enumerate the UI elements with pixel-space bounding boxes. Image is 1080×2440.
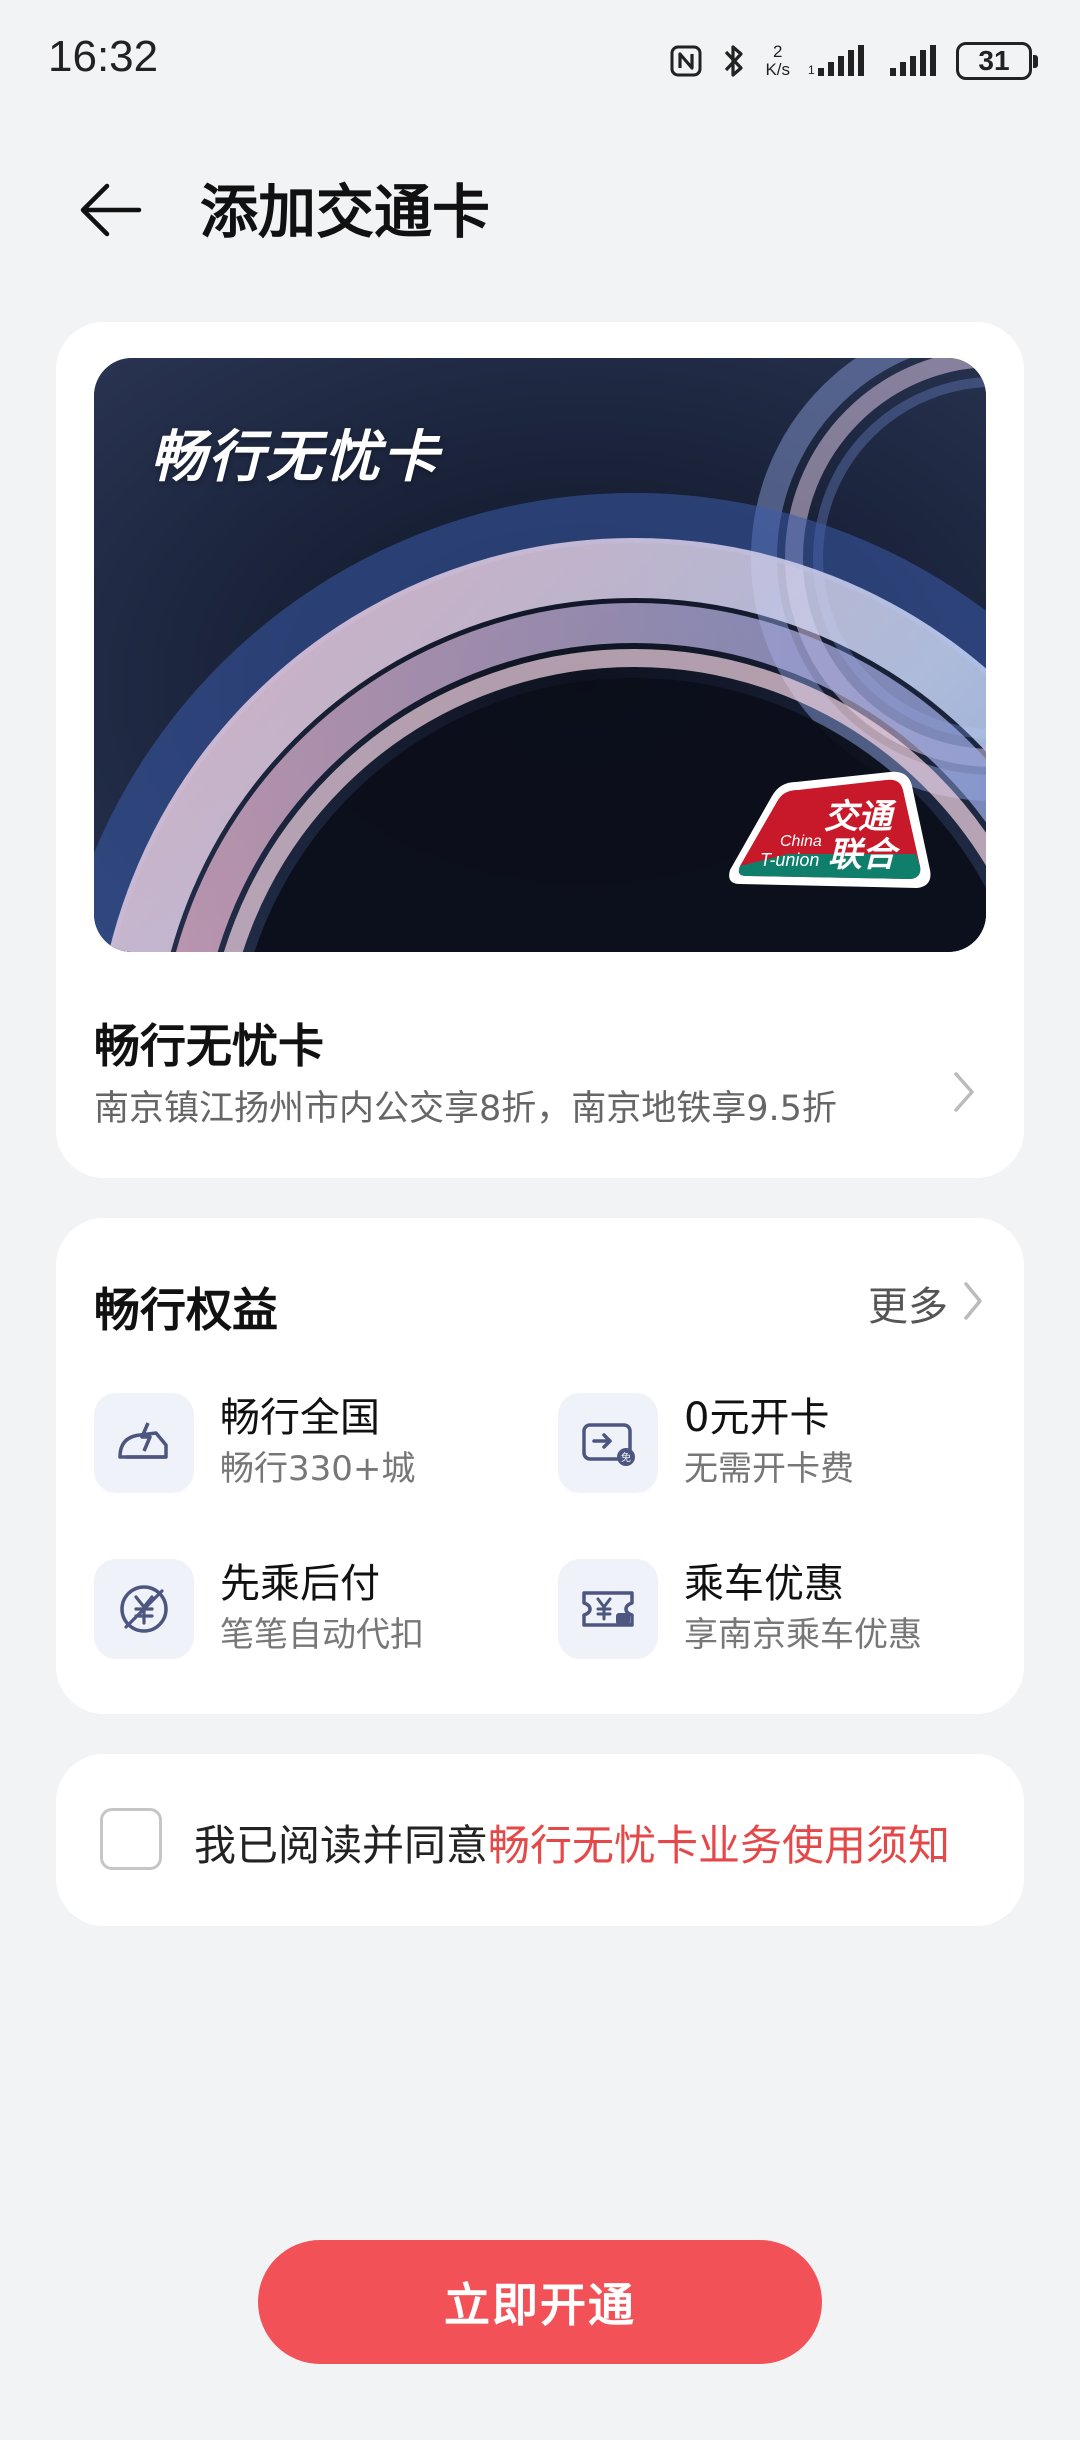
benefit-title: 0元开卡 (684, 1395, 830, 1441)
benefits-title: 畅行权益 (94, 1283, 278, 1337)
signal-icon-sim1: 1 (808, 44, 870, 78)
benefit-item[interactable]: 先乘后付 笔笔自动代扣 (94, 1554, 514, 1664)
more-label: 更多 (868, 1284, 948, 1330)
benefit-subtitle: 畅行330+城 (220, 1449, 416, 1489)
t-union-logo-en1: China (780, 833, 822, 850)
benefit-subtitle: 笔笔自动代扣 (220, 1615, 424, 1655)
chevron-right-icon (962, 1280, 984, 1326)
status-bar: 16:32 2 K/s 1 31 (0, 0, 1080, 120)
agreement-panel: 我已阅读并同意畅行无忧卡业务使用须知 (56, 1754, 1024, 1926)
pay-later-icon (94, 1559, 194, 1659)
benefit-title: 乘车优惠 (684, 1561, 844, 1607)
benefits-panel: 畅行权益 更多 畅行全国 畅行330+城 免 0元开卡 无需开卡费 先乘后付 笔… (56, 1218, 1024, 1714)
status-icons: 2 K/s 1 31 (669, 36, 1038, 86)
nfc-icon (669, 44, 703, 78)
battery-icon: 31 (956, 42, 1038, 80)
activate-button[interactable]: 立即开通 (258, 2240, 822, 2364)
agreement-link[interactable]: 畅行无忧卡业务使用须知 (488, 1821, 950, 1870)
bluetooth-icon (721, 42, 747, 80)
card-description: 南京镇江扬州市内公交享8折，南京地铁享9.5折 (94, 1089, 837, 1129)
status-time: 16:32 (48, 32, 159, 81)
card-panel[interactable]: 畅行无忧卡 交通 联合 China T-union 畅行无忧卡 南京镇江扬州市内… (56, 322, 1024, 1178)
benefit-item[interactable]: 畅行全国 畅行330+城 (94, 1388, 514, 1498)
page-title: 添加交通卡 (200, 178, 491, 246)
chevron-right-icon[interactable] (944, 1062, 984, 1122)
header: 添加交通卡 (0, 150, 1080, 270)
benefit-subtitle: 享南京乘车优惠 (684, 1615, 922, 1655)
t-union-logo-line1: 交通 (824, 797, 897, 837)
benefit-title: 畅行全国 (220, 1395, 380, 1441)
card-image: 畅行无忧卡 交通 联合 China T-union (94, 358, 986, 952)
network-speed-unit: K/s (765, 60, 790, 79)
t-union-logo-en2: T-union (760, 850, 819, 870)
t-union-logo-line2: 联合 (828, 835, 901, 875)
benefit-subtitle: 无需开卡费 (684, 1449, 854, 1489)
agreement-checkbox[interactable] (100, 1808, 162, 1870)
svg-text:1: 1 (808, 63, 815, 77)
card-free-icon: 免 (558, 1393, 658, 1493)
signal-icon-sim2 (888, 44, 938, 78)
card-name: 畅行无忧卡 (94, 1019, 324, 1073)
svg-text:免: 免 (621, 1451, 631, 1464)
battery-level: 31 (978, 45, 1010, 76)
arrow-left-icon (77, 180, 143, 244)
network-speed-value: 2 (772, 42, 783, 61)
benefit-item[interactable]: 乘车优惠 享南京乘车优惠 (558, 1554, 978, 1664)
agreement-text: 我已阅读并同意畅行无忧卡业务使用须知 (194, 1812, 950, 1873)
t-union-logo: 交通 联合 China T-union (720, 766, 934, 906)
agreement-prefix: 我已阅读并同意 (194, 1821, 489, 1870)
card-brand-text: 畅行无忧卡 (150, 425, 440, 490)
benefit-title: 先乘后付 (220, 1561, 380, 1607)
network-speed: 2 K/s (765, 43, 790, 79)
ride-discount-icon (558, 1559, 658, 1659)
benefit-grid: 畅行全国 畅行330+城 免 0元开卡 无需开卡费 先乘后付 笔笔自动代扣 乘车… (94, 1388, 986, 1688)
back-button[interactable] (70, 172, 150, 252)
more-link[interactable]: 更多 (868, 1274, 984, 1332)
benefit-item[interactable]: 免 0元开卡 无需开卡费 (558, 1388, 978, 1498)
fast-travel-icon (94, 1393, 194, 1493)
